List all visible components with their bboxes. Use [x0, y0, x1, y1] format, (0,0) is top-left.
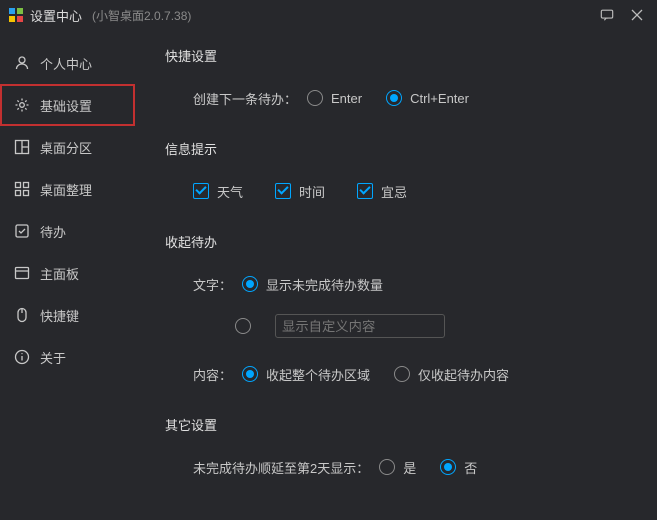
section-other: 其它设置 未完成待办顺延至第2天显示： 是 否 — [165, 415, 647, 482]
sidebar-item-desktop-organize[interactable]: 桌面整理 — [0, 168, 135, 210]
radio-show-custom[interactable] — [235, 318, 251, 334]
titlebar: 设置中心 (小智桌面2.0.7.38) — [0, 0, 657, 30]
sidebar: 个人中心 基础设置 桌面分区 桌面整理 — [0, 30, 135, 520]
sidebar-item-label: 主面板 — [40, 264, 79, 283]
sidebar-item-about[interactable]: 关于 — [0, 336, 135, 378]
sidebar-item-label: 待办 — [40, 222, 66, 241]
sidebar-item-basic-settings[interactable]: 基础设置 — [0, 84, 135, 126]
radio-label: 是 — [403, 458, 416, 477]
section-title: 快捷设置 — [165, 46, 647, 65]
todo-icon — [14, 223, 30, 239]
radio-collapse-content-only[interactable]: 仅收起待办内容 — [394, 365, 509, 384]
radio-label: Enter — [331, 91, 362, 106]
sidebar-item-label: 桌面分区 — [40, 138, 92, 157]
radio-label: 否 — [464, 458, 477, 477]
gear-icon — [14, 97, 30, 113]
window-subtitle: (小智桌面2.0.7.38) — [92, 7, 191, 24]
radio-enter[interactable]: Enter — [307, 90, 362, 106]
checkbox-label: 宜忌 — [381, 182, 407, 201]
section-info-tips: 信息提示 天气 时间 宜忌 — [165, 139, 647, 206]
radio-ctrl-enter[interactable]: Ctrl+Enter — [386, 90, 469, 106]
radio-label: 收起整个待办区域 — [266, 365, 370, 384]
create-next-label: 创建下一条待办： — [193, 89, 297, 108]
sidebar-item-main-panel[interactable]: 主面板 — [0, 252, 135, 294]
checkbox-yiji[interactable]: 宜忌 — [357, 182, 407, 201]
checkbox-time[interactable]: 时间 — [275, 182, 325, 201]
section-title: 收起待办 — [165, 232, 647, 251]
window-title: 设置中心 — [30, 6, 82, 25]
content-mode-label: 内容： — [193, 365, 232, 384]
dashboard-icon — [14, 181, 30, 197]
section-quick-settings: 快捷设置 创建下一条待办： Enter Ctrl+Enter — [165, 46, 647, 113]
panel-icon — [14, 265, 30, 281]
feedback-button[interactable] — [595, 3, 619, 27]
radio-label: 显示未完成待办数量 — [266, 275, 383, 294]
sidebar-item-label: 关于 — [40, 348, 66, 367]
radio-collapse-whole[interactable]: 收起整个待办区域 — [242, 365, 370, 384]
sidebar-item-desktop-zones[interactable]: 桌面分区 — [0, 126, 135, 168]
grid-icon — [14, 139, 30, 155]
app-logo-icon — [8, 7, 24, 23]
radio-label: Ctrl+Enter — [410, 91, 469, 106]
main-content: 快捷设置 创建下一条待办： Enter Ctrl+Enter 信息提示 — [135, 30, 657, 520]
sidebar-item-profile[interactable]: 个人中心 — [0, 42, 135, 84]
sidebar-item-label: 基础设置 — [40, 96, 92, 115]
sidebar-item-label: 快捷键 — [40, 306, 79, 325]
radio-label: 仅收起待办内容 — [418, 365, 509, 384]
sidebar-item-shortcuts[interactable]: 快捷键 — [0, 294, 135, 336]
radio-delay-no[interactable]: 否 — [440, 458, 477, 477]
checkbox-weather[interactable]: 天气 — [193, 182, 243, 201]
user-icon — [14, 55, 30, 71]
close-button[interactable] — [625, 3, 649, 27]
section-title: 信息提示 — [165, 139, 647, 158]
sidebar-item-label: 桌面整理 — [40, 180, 92, 199]
checkbox-label: 天气 — [217, 182, 243, 201]
radio-show-count[interactable]: 显示未完成待办数量 — [242, 275, 383, 294]
sidebar-item-label: 个人中心 — [40, 54, 92, 73]
checkbox-label: 时间 — [299, 182, 325, 201]
info-icon — [14, 349, 30, 365]
delay-label: 未完成待办顺延至第2天显示： — [193, 458, 369, 477]
section-title: 其它设置 — [165, 415, 647, 434]
mouse-icon — [14, 307, 30, 323]
section-collapse-todo: 收起待办 文字： 显示未完成待办数量 内容： — [165, 232, 647, 389]
sidebar-item-todo[interactable]: 待办 — [0, 210, 135, 252]
custom-text-input[interactable] — [275, 314, 445, 338]
radio-delay-yes[interactable]: 是 — [379, 458, 416, 477]
text-mode-label: 文字： — [193, 275, 232, 294]
